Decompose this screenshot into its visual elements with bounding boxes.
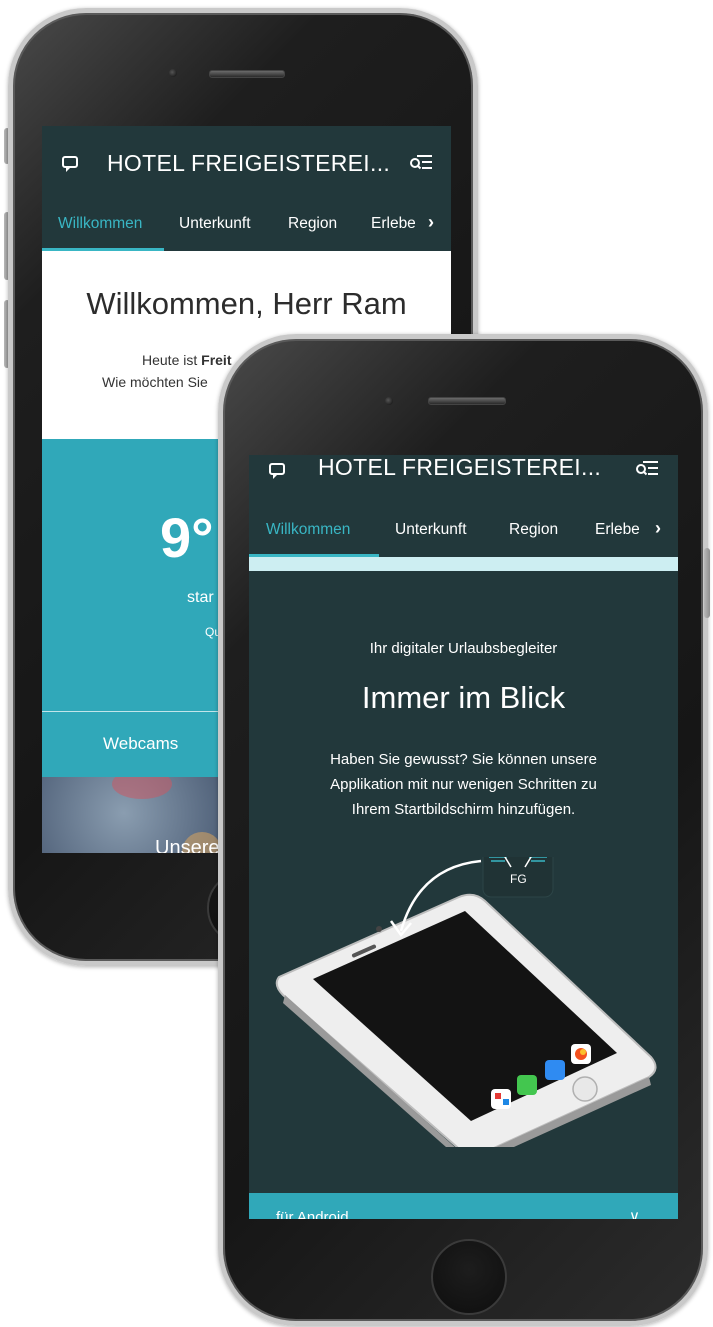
webcams-button[interactable]: Webcams (103, 734, 178, 754)
earpiece-speaker (428, 397, 506, 405)
tab-willkommen[interactable]: Willkommen (58, 215, 142, 233)
tab-unterkunft[interactable]: Unterkunft (179, 215, 251, 233)
front-camera (385, 397, 393, 405)
greeting-line-1: Heute ist Freit (142, 352, 231, 368)
hotel-title: HOTEL FREIGEISTEREI... (107, 150, 391, 176)
welcome-title: Willkommen, Herr Ram (86, 286, 407, 321)
front-phone-frame: HOTEL FREIGEISTEREI... Willkommen Unterk… (218, 334, 708, 1326)
power-button (704, 548, 710, 618)
search-menu-icon[interactable] (409, 153, 433, 171)
home-button[interactable] (431, 1239, 507, 1315)
android-label: für Android (276, 1209, 349, 1219)
tagline: Ihr digitaler Urlaubsbegleiter (369, 640, 558, 657)
tab-willkommen[interactable]: Willkommen (266, 521, 350, 539)
phone-illustration (275, 857, 657, 1147)
chevron-down-icon[interactable]: ∨ (629, 1207, 640, 1219)
tab-region[interactable]: Region (509, 521, 558, 539)
chat-icon[interactable] (62, 156, 78, 172)
active-tab-indicator (42, 248, 164, 251)
chat-icon[interactable] (269, 463, 285, 479)
info-line-3: Ihrem Startbildschirm hinzufügen. (351, 801, 576, 818)
install-hint-panel: Ihr digitaler Urlaubsbegleiter Immer im … (249, 557, 678, 1219)
earpiece-speaker (209, 70, 285, 78)
temperature: 9° (160, 506, 214, 569)
tab-erlebe[interactable]: Erlebe (595, 521, 640, 539)
search-menu-icon[interactable] (635, 459, 659, 477)
main-heading: Immer im Blick (361, 680, 566, 715)
section-title: Unsere (155, 837, 220, 853)
info-line-1: Haben Sie gewusst? Sie können unsere (330, 751, 597, 768)
hotel-title: HOTEL FREIGEISTEREI... (318, 455, 602, 480)
fg-app-icon-label: FG (510, 872, 527, 886)
chevron-right-icon[interactable]: › (428, 212, 434, 233)
progress-strip (249, 557, 678, 571)
tab-region[interactable]: Region (288, 215, 337, 233)
photo-bokeh (112, 777, 172, 799)
tab-unterkunft[interactable]: Unterkunft (395, 521, 467, 539)
tab-bar: Willkommen Unterkunft Region Erlebe › (249, 505, 678, 557)
front-phone-screen: HOTEL FREIGEISTEREI... Willkommen Unterk… (249, 455, 678, 1219)
greeting-line-2: Wie möchten Sie (102, 374, 208, 390)
illustration-phone (275, 893, 657, 1147)
weather-description: star (187, 589, 214, 606)
chevron-right-icon[interactable]: › (655, 518, 661, 539)
android-install-bar[interactable]: für Android ∨ (249, 1193, 678, 1219)
app-header: HOTEL FREIGEISTEREI... Willkommen Unterk… (42, 126, 451, 251)
front-camera (169, 69, 177, 77)
tab-erlebe[interactable]: Erlebe (371, 215, 416, 233)
info-line-2: Applikation mit nur wenigen Schritten zu (330, 776, 597, 793)
greeting-prefix: Heute ist (142, 352, 202, 368)
greeting-day: Freit (201, 352, 232, 368)
tab-bar: Willkommen Unterkunft Region Erlebe › (42, 199, 451, 251)
app-header: HOTEL FREIGEISTEREI... Willkommen Unterk… (249, 455, 678, 557)
